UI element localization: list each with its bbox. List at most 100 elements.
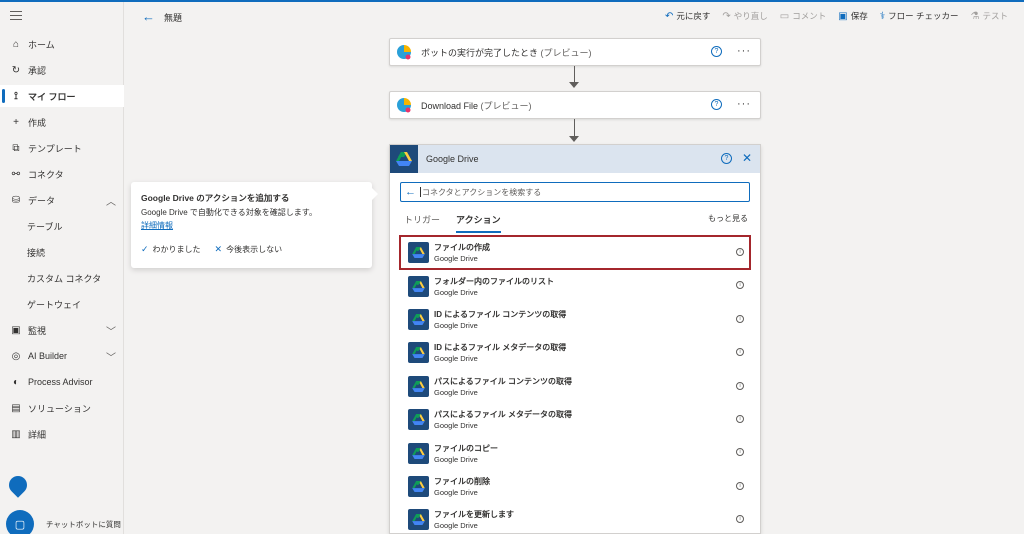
book-icon: ▥: [11, 428, 21, 440]
undo-label: 元に戻す: [676, 11, 711, 21]
back-arrow-icon[interactable]: ←: [405, 186, 416, 198]
test-label: テスト: [982, 11, 1008, 21]
close-icon: ✕: [214, 244, 223, 254]
download-file-card[interactable]: Download File (プレビュー) ? ···: [389, 91, 761, 119]
action-item[interactable]: パスによるファイル コンテンツの取得 Google Drive i: [400, 370, 750, 403]
action-item[interactable]: パスによるファイル メタデータの取得 Google Drive i: [400, 403, 750, 436]
google-drive-icon: [390, 145, 418, 173]
action-connector: Google Drive: [434, 320, 478, 330]
sidebar-item-home[interactable]: ⌂ ホーム: [0, 33, 124, 55]
action-item[interactable]: ファイルの削除 Google Drive i: [400, 470, 750, 503]
sidebar-item-connectors[interactable]: ⚯ コネクタ: [0, 163, 124, 185]
info-icon[interactable]: i: [736, 448, 744, 457]
chevron-down-icon: ﹀: [106, 326, 116, 338]
info-icon[interactable]: i: [736, 414, 744, 423]
dont-show-again-button[interactable]: ✕ 今後表示しない: [215, 244, 283, 255]
sidebar-item-gateways[interactable]: ゲートウェイ: [0, 293, 124, 315]
sidebar-item-create[interactable]: + 作成: [0, 111, 124, 133]
chat-icon: ▢: [14, 518, 26, 531]
action-name: ID によるファイル コンテンツの取得: [434, 309, 567, 319]
sidebar-item-templates[interactable]: ⧉ テンプレート: [0, 137, 124, 159]
sidebar-item-ai-builder[interactable]: ◎ AI Builder ﹀: [0, 345, 124, 367]
info-icon[interactable]: i: [736, 248, 744, 256]
sidebar-item-monitor[interactable]: ▣ 監視 ﹀: [0, 319, 124, 341]
test-button[interactable]: ⚗ テスト: [971, 10, 1008, 22]
flow-title[interactable]: 無題: [164, 11, 182, 24]
connector-icon: ⚯: [11, 168, 21, 180]
trigger-card[interactable]: ボットの実行が完了したとき (プレビュー) ? ···: [389, 38, 761, 66]
google-drive-icon: [408, 475, 429, 497]
sidebar-item-custom-connectors[interactable]: カスタム コネクタ: [0, 267, 124, 289]
flow-checker-button[interactable]: ⚕ フロー チェッカー: [880, 10, 959, 22]
action-item[interactable]: ファイルを更新します Google Drive i: [400, 503, 750, 534]
info-icon[interactable]: i: [736, 381, 744, 390]
action-item[interactable]: ファイルのコピー Google Drive i: [400, 436, 750, 469]
arrow-down-icon: [569, 82, 579, 88]
action-item[interactable]: ファイルの作成 Google Drive i: [399, 234, 751, 271]
learn-more-link[interactable]: 詳細情報: [141, 220, 173, 231]
action-connector: Google Drive: [434, 254, 478, 264]
panel-header: Google Drive ? ✕: [390, 145, 760, 173]
dont-show-again-label: 今後表示しない: [226, 245, 283, 254]
sidebar-item-label: AI Builder: [28, 351, 68, 361]
help-icon[interactable]: ?: [711, 99, 722, 110]
action-connector: Google Drive: [434, 421, 478, 431]
hamburger-menu-icon[interactable]: [10, 11, 22, 21]
monitor-icon: ▣: [11, 324, 21, 336]
flow-checker-label: フロー チェッカー: [888, 11, 959, 21]
got-it-button[interactable]: ✓ わかりました: [141, 244, 201, 255]
undo-button[interactable]: ↶ 元に戻す: [665, 10, 710, 22]
action-item[interactable]: フォルダー内のファイルのリスト Google Drive i: [400, 269, 750, 302]
sidebar-item-approvals[interactable]: ↻ 承認: [0, 59, 124, 81]
approval-icon: ↻: [11, 64, 21, 76]
info-icon[interactable]: i: [736, 348, 744, 357]
chatbot-label[interactable]: チャットボットに質問: [46, 519, 121, 530]
sidebar-item-label: 接続: [27, 247, 46, 258]
sidebar-item-connections[interactable]: 接続: [0, 241, 124, 263]
tab-actions[interactable]: アクション: [456, 213, 501, 233]
google-drive-icon: [408, 442, 429, 464]
google-drive-icon: [408, 409, 429, 431]
save-button[interactable]: ▣ 保存: [838, 10, 867, 22]
sidebar-item-label: Process Advisor: [28, 377, 93, 387]
sidebar-item-my-flows[interactable]: ⟟ マイ フロー: [0, 85, 124, 107]
callout-title: Google Drive のアクションを追加する: [141, 193, 290, 203]
action-connector: Google Drive: [434, 454, 478, 464]
redo-button[interactable]: ↷ やり直し: [722, 10, 767, 22]
info-icon[interactable]: i: [736, 515, 744, 524]
action-name: ファイルの作成: [434, 243, 490, 253]
redo-icon: ↷: [722, 10, 731, 22]
help-icon[interactable]: ?: [721, 153, 732, 164]
bot-connector-icon: [396, 44, 412, 60]
more-options-icon[interactable]: ···: [737, 98, 751, 110]
home-icon: ⌂: [12, 38, 20, 50]
info-icon[interactable]: i: [736, 281, 744, 290]
action-connector: Google Drive: [434, 521, 478, 531]
sidebar-item-learn[interactable]: ▥ 詳細: [0, 423, 124, 445]
got-it-label: わかりました: [152, 245, 201, 254]
search-input[interactable]: ← コネクタとアクションを検索する: [400, 182, 750, 202]
tab-bar: トリガー アクション: [404, 213, 501, 233]
action-item[interactable]: ID によるファイル メタデータの取得 Google Drive i: [400, 336, 750, 369]
sidebar-item-process-advisor[interactable]: ◐ Process Advisor: [0, 371, 124, 393]
close-icon[interactable]: ✕: [742, 151, 752, 165]
sidebar-item-label: テンプレート: [28, 143, 82, 154]
comment-button[interactable]: ▭ コメント: [780, 10, 826, 22]
action-item[interactable]: ID によるファイル コンテンツの取得 Google Drive i: [400, 303, 750, 336]
command-bar: ← 無題 ↶ 元に戻す ↷ やり直し ▭ コメント ▣ 保存 ⚕ フロー チェッカー ⚗ テ…: [124, 2, 1024, 30]
sidebar-item-data[interactable]: ⛁ データ ︿: [0, 189, 124, 211]
connector-line: [574, 119, 575, 136]
see-more-link[interactable]: もっと見る: [708, 213, 748, 224]
info-icon[interactable]: i: [736, 481, 744, 490]
arrow-down-icon: [569, 136, 579, 142]
info-icon[interactable]: i: [736, 314, 744, 323]
left-nav: ⌂ ホーム ↻ 承認 ⟟ マイ フロー + 作成 ⧉ テンプレート ⚯ コネクタ ⛁ データ …: [0, 2, 124, 534]
sidebar-item-solutions[interactable]: ▤ ソリューション: [0, 397, 124, 419]
help-icon[interactable]: ?: [711, 46, 722, 57]
tab-triggers[interactable]: トリガー: [404, 213, 440, 233]
sidebar-item-tables[interactable]: テーブル: [0, 215, 124, 237]
more-options-icon[interactable]: ···: [737, 45, 751, 57]
comment-icon: ▭: [779, 10, 790, 22]
chatbot-button[interactable]: ▢: [6, 510, 34, 534]
back-arrow-icon[interactable]: ←: [142, 9, 155, 24]
